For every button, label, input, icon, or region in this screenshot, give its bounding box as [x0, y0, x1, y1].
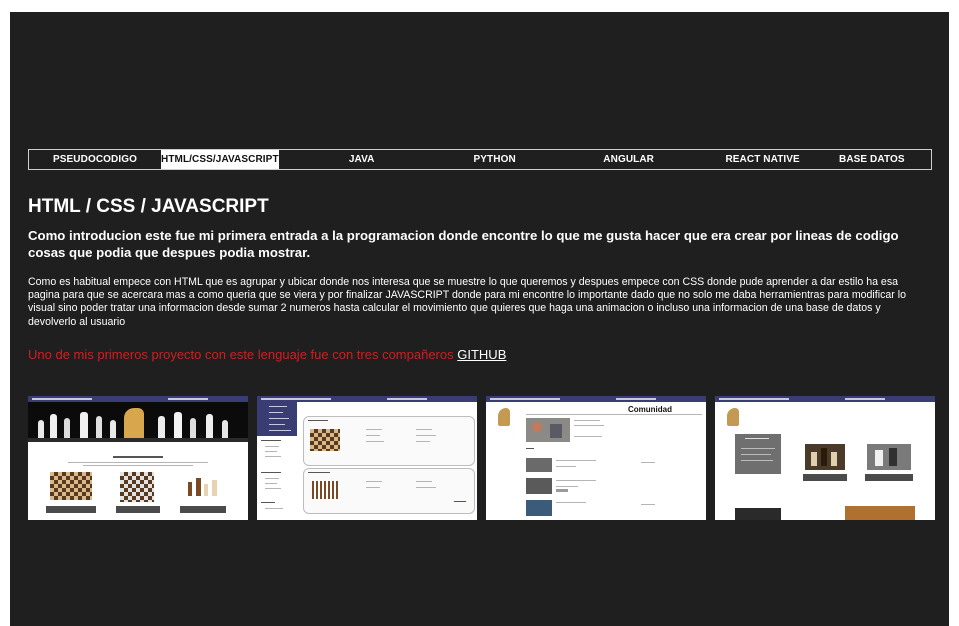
product-card [303, 416, 475, 466]
featured-box [735, 434, 781, 474]
category-image [735, 508, 781, 520]
product-card [303, 468, 475, 514]
category-image [867, 444, 911, 470]
post-image [526, 478, 552, 494]
category-image [805, 444, 845, 470]
project-gallery: Comunidad [28, 396, 935, 520]
category-image [845, 506, 915, 520]
section-html-css-js: HTML / CSS / JAVASCRIPT Como introducion… [28, 195, 928, 363]
product-image [50, 472, 92, 500]
tab-pseudocodigo[interactable]: PSEUDOCODIGO [29, 150, 161, 169]
section-body: Como es habitual empece con HTML que es … [28, 276, 906, 328]
section-title: HTML / CSS / JAVASCRIPT [28, 196, 269, 217]
tab-base-datos[interactable]: BASE DATOS [813, 150, 931, 169]
tab-react-native[interactable]: REACT NATIVE [713, 150, 813, 169]
thumb-nav-bar [486, 396, 706, 402]
project-text: Uno de mis primeros proyecto con este le… [28, 346, 454, 362]
news-photo [526, 418, 570, 442]
sidebar-menu [257, 402, 297, 436]
section-intro: Como introducion este fue mi primera ent… [28, 228, 899, 260]
category-button [803, 474, 847, 481]
screenshot-comunidad[interactable]: Comunidad [486, 396, 706, 520]
product-button [180, 506, 226, 513]
screenshot-categories[interactable] [715, 396, 935, 520]
project-line: Uno de mis primeros proyecto con este le… [28, 347, 928, 363]
post-image [526, 500, 552, 516]
thumb-nav-bar [715, 396, 935, 402]
knight-logo [727, 408, 739, 426]
tab-java[interactable]: JAVA [279, 150, 445, 169]
tab-html-css-javascript[interactable]: HTML/CSS/JAVASCRIPT [161, 150, 279, 169]
product-image [120, 472, 154, 502]
chess-banner [28, 402, 248, 442]
post-image [526, 458, 552, 472]
github-link[interactable]: GITHUB [457, 347, 506, 362]
product-button [116, 506, 160, 513]
language-tabs: PSEUDOCODIGO HTML/CSS/JAVASCRIPT JAVA PY… [28, 149, 932, 170]
thumb-heading [113, 456, 163, 458]
tab-python[interactable]: PYTHON [445, 150, 545, 169]
comunidad-heading: Comunidad [628, 405, 672, 414]
screenshot-home[interactable] [28, 396, 248, 520]
knight-logo [498, 408, 510, 426]
tab-angular[interactable]: ANGULAR [545, 150, 713, 169]
product-button [46, 506, 96, 513]
category-button [865, 474, 913, 481]
screenshot-catalog[interactable] [257, 396, 477, 520]
